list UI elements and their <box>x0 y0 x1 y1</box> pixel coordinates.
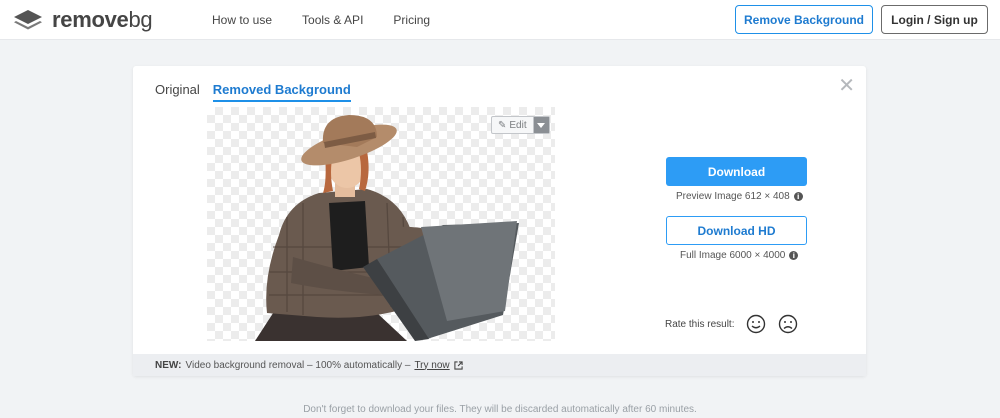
close-icon[interactable]: ✕ <box>838 76 855 96</box>
discard-notice: Don't forget to download your files. The… <box>303 404 697 415</box>
result-card: Original Removed Background ✕ ✎ Edit Dow… <box>133 66 866 376</box>
logo[interactable]: removebg <box>12 7 153 33</box>
pencil-icon: ✎ <box>498 119 507 131</box>
rate-label: Rate this result: <box>665 318 735 330</box>
download-button[interactable]: Download <box>666 157 807 186</box>
person-with-laptop-image <box>255 115 519 341</box>
chevron-down-icon <box>537 122 546 128</box>
new-badge: NEW: <box>155 359 182 371</box>
layers-icon <box>14 10 42 30</box>
try-now-link[interactable]: Try now <box>414 360 449 371</box>
tab-removed-background[interactable]: Removed Background <box>212 82 351 102</box>
info-icon[interactable]: i <box>789 251 799 260</box>
remove-background-button[interactable]: Remove Background <box>735 5 873 34</box>
view-tabs: Original Removed Background <box>155 82 351 102</box>
nav-tools-api[interactable]: Tools & API <box>302 13 363 27</box>
full-image-meta: Full Image 6000 × 4000 i <box>680 250 799 261</box>
edit-label: Edit <box>509 119 527 131</box>
rate-result: Rate this result: <box>665 314 798 334</box>
frown-icon[interactable] <box>778 314 798 334</box>
login-signup-button[interactable]: Login / Sign up <box>881 5 988 34</box>
external-link-icon[interactable] <box>454 360 463 370</box>
promo-banner: NEW: Video background removal – 100% aut… <box>133 354 866 376</box>
top-navbar: removebg How to use Tools & API Pricing … <box>0 0 1000 40</box>
promo-text: Video background removal – 100% automati… <box>185 359 411 371</box>
edit-control: ✎ Edit <box>491 116 550 134</box>
full-image-label: Full Image 6000 × 4000 <box>680 250 786 261</box>
nav-pricing[interactable]: Pricing <box>393 13 430 27</box>
info-icon[interactable]: i <box>793 192 803 201</box>
preview-image-meta: Preview Image 612 × 408 i <box>676 191 803 202</box>
result-image <box>207 107 555 341</box>
edit-button[interactable]: ✎ Edit <box>492 117 533 133</box>
logo-text: removebg <box>52 7 153 32</box>
tab-original[interactable]: Original <box>155 82 200 102</box>
preview-image-label: Preview Image 612 × 408 <box>676 191 790 202</box>
smile-icon[interactable] <box>746 314 766 334</box>
edit-dropdown-toggle[interactable] <box>532 117 549 133</box>
nav-how-to-use[interactable]: How to use <box>212 13 272 27</box>
download-hd-button[interactable]: Download HD <box>666 216 807 245</box>
main-nav: How to use Tools & API Pricing <box>212 0 430 40</box>
